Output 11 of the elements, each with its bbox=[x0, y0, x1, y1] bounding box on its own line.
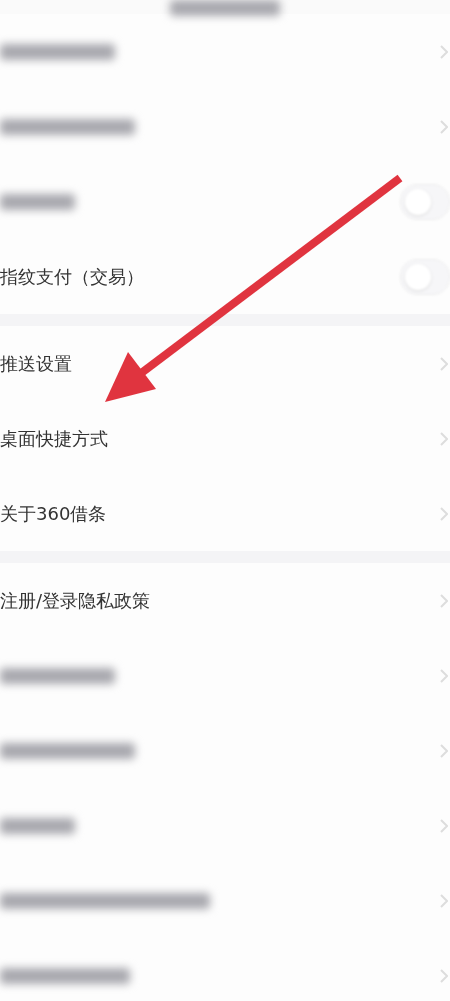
row-label: 桌面快捷方式 bbox=[0, 426, 108, 451]
settings-row[interactable]: 指纹支付（交易） bbox=[0, 239, 450, 314]
toggle-switch[interactable] bbox=[400, 183, 450, 220]
row-label: 推送设置 bbox=[0, 351, 72, 376]
settings-row[interactable]: 关于360借条 bbox=[0, 476, 450, 551]
settings-row[interactable]: 桌面快捷方式 bbox=[0, 401, 450, 476]
row-label: 指纹支付（交易） bbox=[0, 264, 144, 289]
row-label: 注册/登录隐私政策 bbox=[0, 588, 151, 613]
row-label: 关于360借条 bbox=[0, 501, 107, 526]
settings-row[interactable]: 推送设置 bbox=[0, 326, 450, 401]
settings-row[interactable]: 注册/登录隐私政策 bbox=[0, 563, 450, 638]
